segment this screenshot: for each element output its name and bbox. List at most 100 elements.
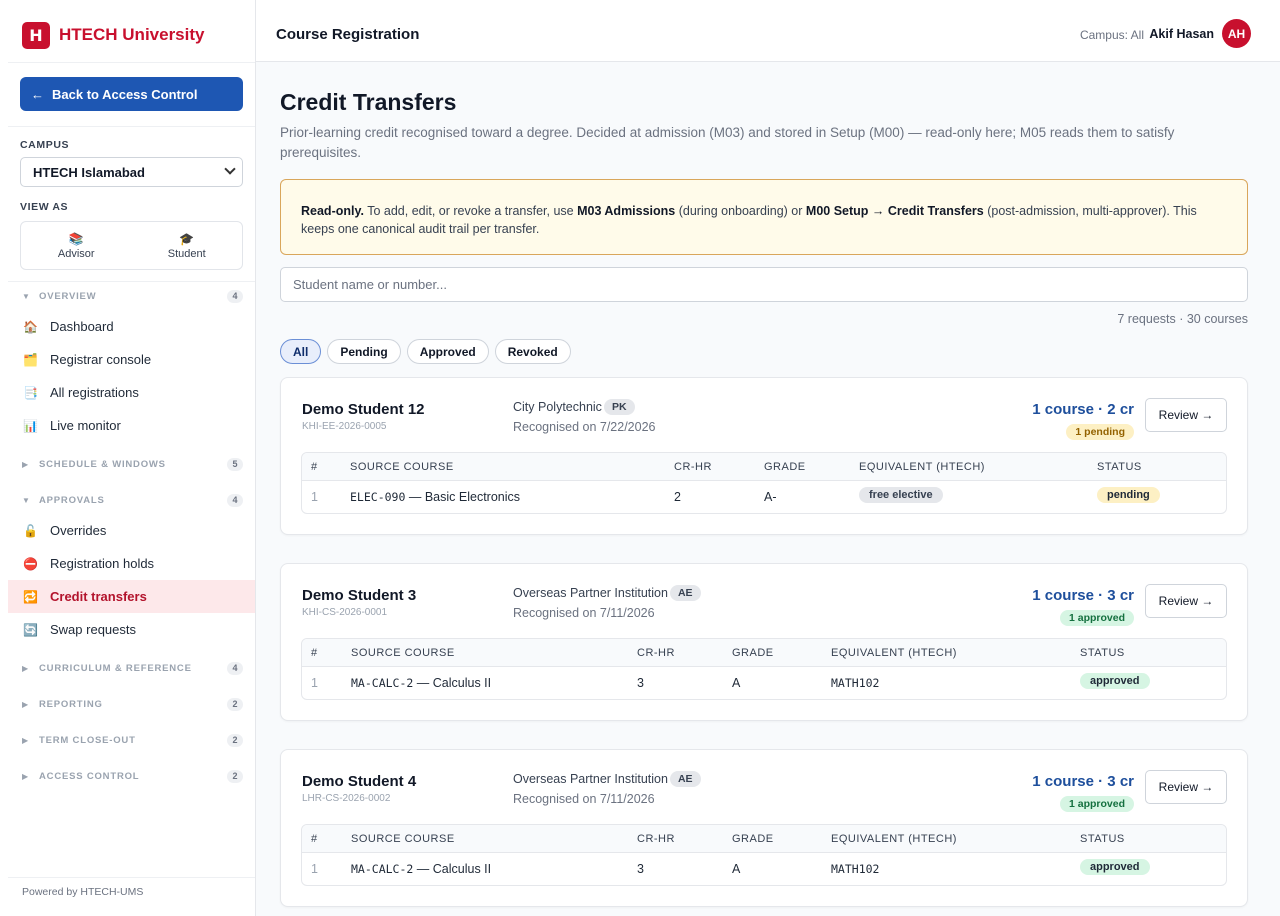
course-code: MA-CALC-2 [351, 676, 414, 690]
sidebar-item-registration-holds[interactable]: ⛔ Registration holds [8, 547, 255, 580]
review-button[interactable]: Review → [1145, 584, 1227, 618]
review-button[interactable]: Review → [1145, 398, 1227, 432]
user-name[interactable]: Akif Hasan [1149, 27, 1214, 41]
sidebar-divider [8, 281, 255, 282]
page-name: Course Registration [276, 26, 420, 43]
view-as-advisor[interactable]: 📚 Advisor [21, 222, 132, 269]
transfer-icon: 🔁 [23, 589, 38, 604]
grade: A- [764, 490, 777, 504]
sidebar-item-live-monitor[interactable]: 📊 Live monitor [8, 409, 255, 442]
sidebar-item-overrides[interactable]: 🔓 Overrides [8, 514, 255, 547]
institution-name: Overseas Partner Institution [513, 586, 668, 600]
nav-section-access-control[interactable]: ▶ ACCESS CONTROL 2 [22, 768, 243, 784]
transfer-card: Demo Student 3 KHI-CS-2026-0001 Overseas… [280, 563, 1248, 721]
campus-select[interactable]: HTECH Islamabad [20, 157, 243, 187]
course-code: MA-CALC-2 [351, 862, 414, 876]
source-course: ELEC-090 — Basic Electronics [350, 490, 520, 504]
col-header-status: STATUS [1080, 833, 1125, 845]
grade: A [732, 676, 741, 690]
bar-chart-icon: 📊 [23, 418, 38, 433]
col-header-status: STATUS [1097, 461, 1142, 473]
sidebar-item-registrar-console[interactable]: 🗂️ Registrar console [8, 343, 255, 376]
sidebar-item-label: Swap requests [50, 622, 136, 637]
notice-text: (during onboarding) or [675, 204, 806, 218]
sidebar-item-credit-transfers[interactable]: 🔁 Credit transfers [8, 580, 255, 613]
credit-summary: 1 course · 3 cr [1032, 587, 1134, 604]
source-institution: City Polytechnic PK [513, 399, 635, 415]
filter-revoked[interactable]: Revoked [494, 339, 571, 364]
student-search-input[interactable]: Student name or number... [280, 267, 1248, 302]
view-as-toggle: 📚 Advisor 🎓 Student [20, 221, 243, 270]
books-icon: 📚 [68, 231, 84, 246]
view-as-option-label: Student [167, 247, 206, 260]
institution-name: Overseas Partner Institution [513, 772, 668, 786]
recognised-date: Recognised on 7/22/2026 [513, 420, 656, 434]
campus-label: CAMPUS [20, 139, 70, 151]
nav-section-label: REPORTING [39, 698, 103, 710]
house-icon: 🏠 [23, 319, 38, 334]
status-badge: 1 approved [1059, 796, 1134, 812]
sidebar-item-label: Registrar console [50, 352, 152, 367]
col-header-cr-hr: CR-HR [637, 833, 675, 845]
source-institution: Overseas Partner Institution AE [513, 585, 701, 601]
nav-section-label: APPROVALS [39, 494, 105, 506]
row-number: 1 [311, 676, 318, 690]
institution-name: City Polytechnic [513, 400, 602, 414]
campus-indicator: Campus: All [1079, 28, 1144, 42]
credit-hours: 3 [637, 676, 644, 690]
nav-section-count: 2 [227, 769, 243, 783]
review-button[interactable]: Review → [1145, 770, 1227, 804]
nav-section-curriculum-reference[interactable]: ▶ CURRICULUM & REFERENCE 4 [22, 660, 243, 676]
sidebar-item-swap-requests[interactable]: 🔄 Swap requests [8, 613, 255, 646]
campus-select-value: HTECH Islamabad [33, 164, 145, 180]
course-code: ELEC-090 [350, 490, 406, 504]
course-table: # SOURCE COURSE CR-HR GRADE EQUIVALENT (… [301, 824, 1227, 886]
col-header-grade: GRADE [732, 833, 774, 845]
recognised-date: Recognised on 7/11/2026 [513, 792, 655, 806]
sidebar-item-dashboard[interactable]: 🏠 Dashboard [8, 310, 255, 343]
row-status-badge: pending [1097, 487, 1160, 503]
col-header-status: STATUS [1080, 647, 1125, 659]
nav-section-count: 2 [227, 733, 243, 747]
status-filters: All Pending Approved Revoked [280, 339, 571, 364]
sidebar-item-label: Dashboard [50, 319, 114, 334]
col-header-num: # [311, 461, 318, 473]
filter-approved[interactable]: Approved [406, 339, 489, 364]
sidebar-item-label: Credit transfers [50, 589, 147, 604]
avatar[interactable]: AH [1222, 19, 1251, 48]
view-as-label: VIEW AS [20, 201, 69, 213]
credit-summary: 1 course · 2 cr [1032, 401, 1134, 418]
col-header-equivalent: EQUIVALENT (HTECH) [859, 461, 985, 473]
brand[interactable]: H HTECH University [22, 21, 204, 49]
col-header-source-course: SOURCE COURSE [351, 833, 455, 845]
nav-section-overview[interactable]: ▼ OVERVIEW 4 [22, 288, 243, 304]
nav-section-count: 5 [227, 457, 243, 471]
nav-section-term-close-out[interactable]: ▶ TERM CLOSE-OUT 2 [22, 732, 243, 748]
nav-section-count: 4 [227, 493, 243, 507]
nav-section-reporting[interactable]: ▶ REPORTING 2 [22, 696, 243, 712]
nav-section-approvals[interactable]: ▼ APPROVALS 4 [22, 492, 243, 508]
filter-pending[interactable]: Pending [327, 339, 401, 364]
view-as-student[interactable]: 🎓 Student [132, 222, 243, 269]
nav-section-schedule-windows[interactable]: ▶ SCHEDULE & WINDOWS 5 [22, 456, 243, 472]
back-button-label: Back to Access Control [52, 86, 198, 102]
table-header: # SOURCE COURSE CR-HR GRADE EQUIVALENT (… [302, 639, 1226, 667]
nav-section-count: 2 [227, 697, 243, 711]
caret-right-icon: ▶ [22, 771, 29, 781]
equivalent-badge: free elective [859, 487, 943, 503]
col-header-grade: GRADE [732, 647, 774, 659]
sidebar-divider [8, 126, 255, 127]
sidebar-item-all-registrations[interactable]: 📑 All registrations [8, 376, 255, 409]
filter-all[interactable]: All [280, 339, 322, 364]
request-counts: 7 requests · 30 courses [1117, 312, 1248, 326]
sidebar-item-label: Overrides [50, 523, 107, 538]
caret-right-icon: ▶ [22, 735, 29, 745]
sidebar-item-label: Registration holds [50, 556, 155, 571]
row-status-badge: approved [1080, 673, 1150, 689]
read-only-notice: Read-only. To add, edit, or revoke a tra… [280, 179, 1248, 255]
caret-down-icon: ▼ [22, 291, 31, 301]
col-header-num: # [311, 647, 318, 659]
back-to-access-control-button[interactable]: ← Back to Access Control [20, 77, 243, 111]
notice-text: To add, edit, or revoke a transfer, use [363, 204, 578, 218]
nav-section-label: ACCESS CONTROL [39, 770, 140, 782]
